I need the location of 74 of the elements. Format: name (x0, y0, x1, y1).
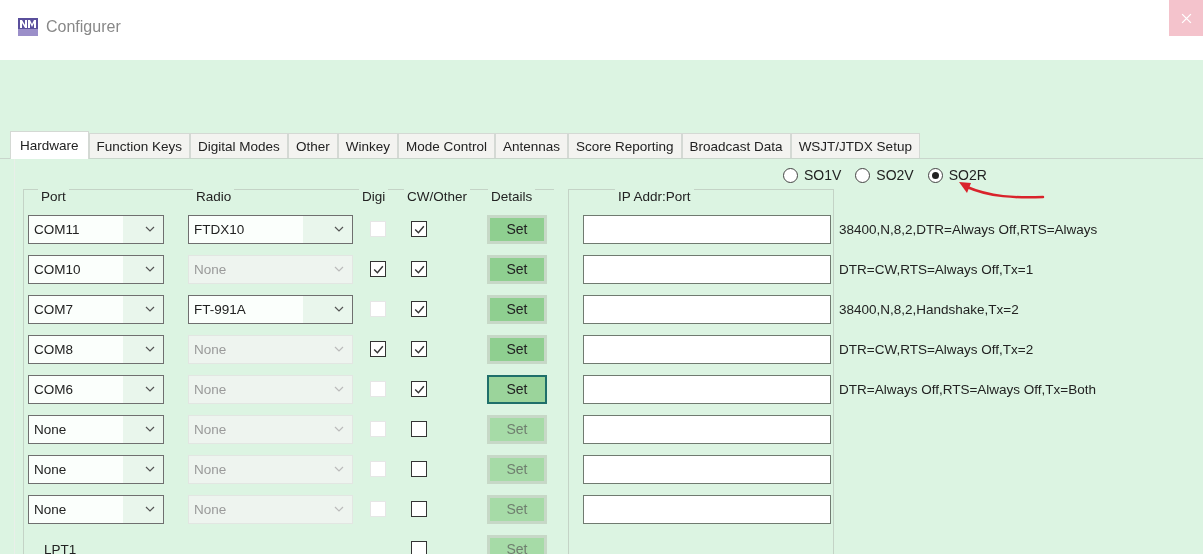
radio-button[interactable] (927, 167, 943, 183)
set-button[interactable]: Set (487, 334, 547, 364)
chevron-down-icon[interactable] (145, 226, 155, 232)
tab[interactable]: Hardware (10, 131, 89, 159)
tab[interactable]: WSJT/JTDX Setup (790, 133, 920, 158)
chevron-down-icon[interactable] (145, 266, 155, 272)
checkbox[interactable] (370, 341, 386, 357)
checkbox[interactable] (411, 301, 427, 317)
ip-address-field[interactable] (583, 294, 831, 324)
port-dropdown[interactable]: COM8 (28, 334, 164, 364)
column-header: Details (488, 189, 536, 204)
checkbox[interactable] (411, 221, 427, 237)
port-settings-text: DTR=CW,RTS=Always Off,Tx=2 (839, 341, 1034, 357)
app-logo-icon (18, 18, 38, 36)
set-button[interactable]: Set (487, 214, 547, 244)
radio-dropdown[interactable]: FTDX10 (188, 214, 353, 244)
column-header: IP Addr:Port (615, 189, 694, 204)
ip-address-field[interactable] (583, 214, 831, 244)
port-dropdown[interactable]: COM7 (28, 294, 164, 324)
tab[interactable]: Function Keys (88, 133, 191, 158)
set-button[interactable]: Set (487, 374, 547, 404)
checkbox[interactable] (411, 501, 427, 517)
port-settings-text: 38400,N,8,2,DTR=Always Off,RTS=Always (839, 221, 1098, 237)
port-settings-text: DTR=Always Off,RTS=Always Off,Tx=Both (839, 381, 1096, 397)
checkbox[interactable] (411, 541, 427, 554)
radio-label: SO1V (804, 167, 842, 183)
ip-address-field[interactable] (583, 414, 831, 444)
tab[interactable]: Broadcast Data (681, 133, 791, 158)
port-dropdown[interactable]: None (28, 414, 164, 444)
set-button[interactable]: Set (487, 254, 547, 284)
tab[interactable]: Winkey (337, 133, 398, 158)
radio-button[interactable] (855, 167, 871, 183)
chevron-down-icon[interactable] (145, 386, 155, 392)
checkbox[interactable] (411, 381, 427, 397)
port-dropdown[interactable]: COM11 (28, 214, 164, 244)
chevron-down-icon[interactable] (145, 426, 155, 432)
radio-label: SO2V (876, 167, 914, 183)
tab[interactable]: Antennas (494, 133, 568, 158)
column-header: Digi (359, 189, 389, 204)
tab[interactable]: Other (287, 133, 338, 158)
checkbox[interactable] (411, 421, 427, 437)
chevron-down-icon[interactable] (334, 226, 344, 232)
chevron-down-icon[interactable] (145, 306, 155, 312)
chevron-down-icon[interactable] (145, 506, 155, 512)
ip-address-field[interactable] (583, 494, 831, 524)
tab[interactable]: Mode Control (397, 133, 495, 158)
ip-address-field[interactable] (583, 374, 831, 404)
ip-address-field[interactable] (583, 454, 831, 484)
radio-dropdown[interactable]: FT-991A (188, 294, 353, 324)
set-button[interactable]: Set (487, 294, 547, 324)
port-label: LPT1 (44, 541, 77, 554)
chevron-down-icon[interactable] (145, 346, 155, 352)
chevron-down-icon[interactable] (145, 466, 155, 472)
radio-button[interactable] (783, 167, 798, 183)
checkbox[interactable] (411, 461, 427, 477)
checkbox[interactable] (411, 261, 427, 277)
ip-address-field[interactable] (583, 254, 831, 284)
port-dropdown[interactable]: COM10 (28, 254, 164, 284)
radio-label: SO2R (948, 167, 987, 183)
port-settings-text: DTR=CW,RTS=Always Off,Tx=1 (839, 261, 1034, 277)
ip-address-field[interactable] (583, 334, 831, 364)
checkbox[interactable] (370, 261, 386, 277)
column-header: Radio (193, 189, 235, 204)
port-dropdown[interactable]: None (28, 494, 164, 524)
column-header: Port (38, 189, 69, 204)
tab[interactable]: Score Reporting (568, 133, 682, 158)
port-dropdown[interactable]: COM6 (28, 374, 164, 404)
port-settings-text: 38400,N,8,2,Handshake,Tx=2 (839, 301, 1019, 317)
tab[interactable]: Digital Modes (190, 133, 288, 158)
checkbox[interactable] (411, 341, 427, 357)
port-dropdown[interactable]: None (28, 454, 164, 484)
window-title: Configurer (46, 18, 121, 36)
chevron-down-icon[interactable] (334, 306, 344, 312)
column-header: CW/Other (404, 189, 470, 204)
